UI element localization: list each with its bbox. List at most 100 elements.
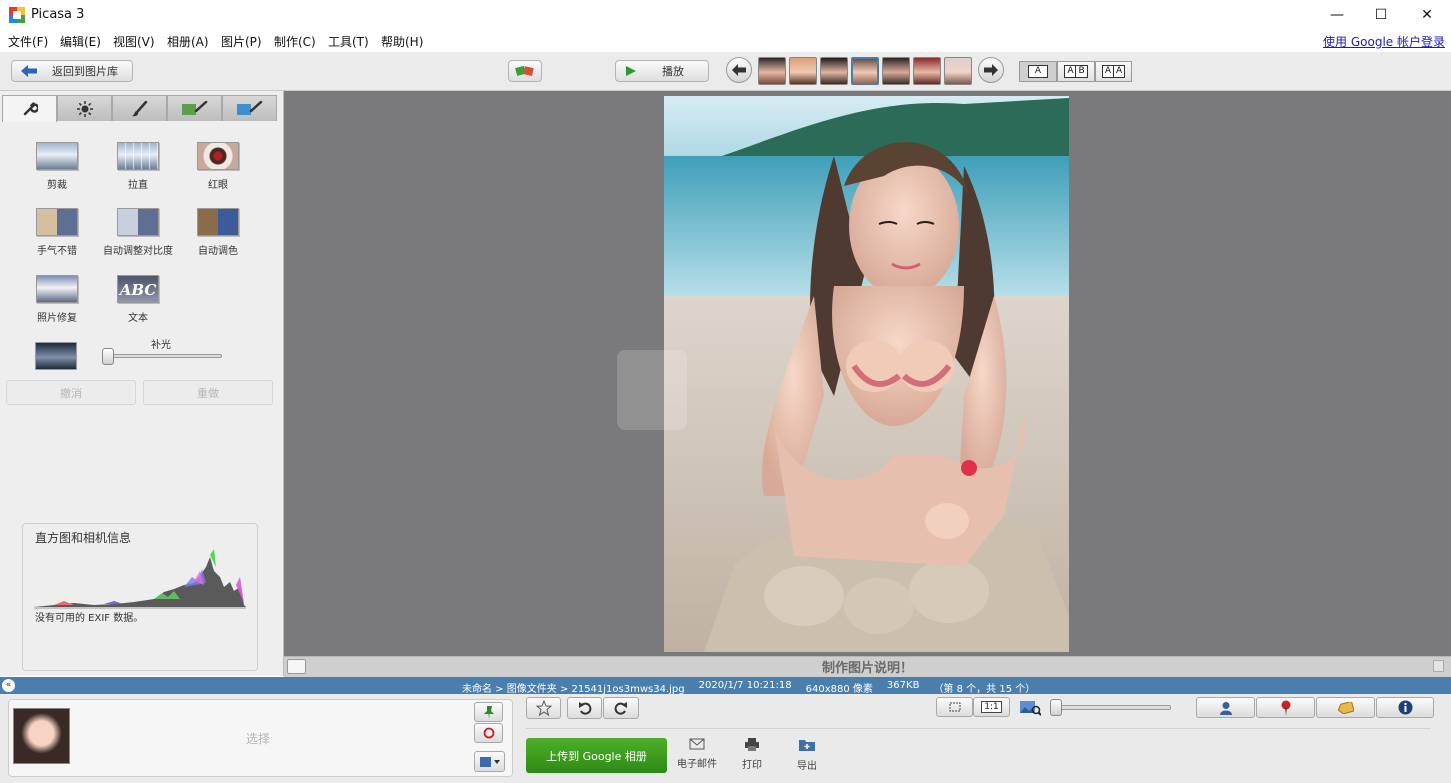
- fit-window-icon: [949, 702, 960, 712]
- places-button[interactable]: [1256, 697, 1315, 718]
- tab-effects-blue[interactable]: [222, 95, 277, 121]
- fill-light-slider-thumb[interactable]: [102, 348, 114, 365]
- rotate-left-icon: [578, 702, 591, 715]
- straighten-label: 拉直: [128, 180, 148, 191]
- auto-contrast-tool[interactable]: 自动调整对比度: [100, 208, 176, 257]
- fill-light-slider-track[interactable]: [104, 354, 222, 358]
- tab-effects[interactable]: [112, 95, 167, 121]
- menu-tools[interactable]: 工具(T): [328, 33, 369, 50]
- brush-green-icon: [181, 100, 207, 115]
- filmstrip-thumb[interactable]: [758, 57, 786, 85]
- menu-create[interactable]: 制作(C): [274, 33, 316, 50]
- star-button[interactable]: [526, 697, 561, 719]
- menu-album[interactable]: 相册(A): [167, 33, 209, 50]
- status-position: （第 8 个，共 15 个）: [933, 684, 1036, 695]
- people-button[interactable]: [1196, 697, 1255, 718]
- back-to-library-label: 返回到图片库: [52, 65, 118, 78]
- tab-effects-green[interactable]: [167, 95, 222, 121]
- auto-color-label: 自动调色: [198, 246, 238, 257]
- collapse-panel-icon[interactable]: «: [2, 679, 15, 692]
- menu-view[interactable]: 视图(V): [113, 33, 155, 50]
- tag-icon: [1337, 701, 1354, 714]
- redeye-tool[interactable]: 红眼: [180, 142, 256, 191]
- zoom-slider-track[interactable]: [1051, 705, 1171, 710]
- retouch-tool[interactable]: 照片修复: [19, 275, 95, 324]
- exif-message: 没有可用的 EXIF 数据。: [35, 613, 144, 624]
- brush-icon: [131, 100, 147, 116]
- rotate-right-button[interactable]: [603, 697, 639, 719]
- filmstrip-thumb[interactable]: [789, 57, 817, 85]
- feeling-lucky-label: 手气不错: [37, 246, 77, 257]
- straighten-tool[interactable]: 拉直: [100, 142, 176, 191]
- menu-edit[interactable]: 编辑(E): [60, 33, 101, 50]
- zoom-picture-icon: [1020, 701, 1041, 716]
- crop-tool[interactable]: 剪裁: [19, 142, 95, 191]
- next-arrow-icon: [984, 64, 998, 76]
- caption-input[interactable]: 制作图片说明！: [284, 657, 1451, 676]
- actual-size-button[interactable]: 1:1: [973, 697, 1010, 717]
- text-tool[interactable]: ABC 文本: [100, 275, 176, 324]
- print-icon: [745, 738, 759, 751]
- login-link[interactable]: 使用 Google 帐户登录: [1323, 33, 1445, 50]
- wrench-icon: [23, 102, 38, 116]
- minimize-button[interactable]: —: [1314, 0, 1360, 30]
- filmstrip-thumb[interactable]: [882, 57, 910, 85]
- map-pin-icon: [1281, 700, 1290, 716]
- menu-picture[interactable]: 图片(P): [221, 33, 262, 50]
- tab-basic-fixes[interactable]: [2, 95, 57, 122]
- filmstrip-thumb[interactable]: [820, 57, 848, 85]
- undo-button[interactable]: 撤消: [6, 380, 136, 405]
- maximize-button[interactable]: ☐: [1358, 0, 1404, 30]
- auto-color-tool[interactable]: 自动调色: [180, 208, 256, 257]
- star-icon: [535, 700, 552, 716]
- layout-before-after-button[interactable]: A A: [1095, 61, 1132, 82]
- tab-tuning[interactable]: [57, 95, 112, 121]
- redo-button[interactable]: 重做: [143, 380, 273, 405]
- sun-icon: [76, 100, 93, 117]
- actual-size-label: 1:1: [981, 701, 1002, 713]
- layout-single-button[interactable]: A: [1019, 61, 1057, 82]
- close-button[interactable]: ✕: [1404, 0, 1450, 30]
- back-to-library-button[interactable]: 返回到图片库: [11, 60, 133, 82]
- menu-file[interactable]: 文件(F): [8, 33, 48, 50]
- add-to-album-button[interactable]: [474, 751, 505, 772]
- status-path: 未命名 > 图像文件夹 > 21541j1os3mws34.jpg: [462, 684, 685, 695]
- info-icon: [1398, 700, 1412, 715]
- person-icon: [1219, 701, 1232, 715]
- status-date: 2020/1/7 10:21:18: [698, 680, 792, 691]
- clear-tray-button[interactable]: [474, 723, 503, 743]
- crop-icon: [36, 142, 78, 170]
- collage-button[interactable]: [508, 60, 542, 82]
- trash-icon[interactable]: [1433, 660, 1444, 672]
- filmstrip-thumb-selected[interactable]: [851, 57, 879, 85]
- layout-compare-button[interactable]: A B: [1057, 61, 1095, 82]
- print-action[interactable]: 打印: [727, 738, 777, 771]
- hold-pin-button[interactable]: [474, 702, 503, 722]
- previous-photo-button[interactable]: [726, 57, 752, 83]
- pin-icon: [483, 706, 494, 719]
- upload-google-photos-button[interactable]: 上传到 Google 相册: [526, 738, 667, 773]
- play-slideshow-button[interactable]: 播放: [615, 60, 709, 82]
- menu-help[interactable]: 帮助(H): [381, 33, 423, 50]
- main-photo[interactable]: [664, 96, 1069, 652]
- export-action[interactable]: 导出: [782, 738, 832, 772]
- filmstrip-thumb[interactable]: [913, 57, 941, 85]
- back-arrow-icon: [21, 65, 37, 77]
- tags-button[interactable]: [1316, 697, 1375, 718]
- next-photo-button[interactable]: [978, 57, 1004, 83]
- zoom-slider-thumb[interactable]: [1050, 699, 1062, 716]
- histogram-chart: [34, 549, 246, 609]
- email-action[interactable]: 电子邮件: [672, 738, 722, 770]
- fit-to-window-button[interactable]: [936, 697, 973, 717]
- text-abc-icon: ABC: [117, 275, 159, 303]
- redeye-label: 红眼: [208, 180, 228, 191]
- tray-thumbnail[interactable]: [13, 708, 70, 764]
- filmstrip-thumb[interactable]: [944, 57, 972, 85]
- properties-button[interactable]: [1376, 697, 1434, 718]
- straighten-icon: [117, 142, 159, 170]
- rotate-left-button[interactable]: [567, 697, 602, 719]
- auto-contrast-icon: [117, 208, 159, 236]
- prev-arrow-icon: [732, 64, 746, 76]
- feeling-lucky-tool[interactable]: 手气不错: [19, 208, 95, 257]
- layout-compare-b: B: [1075, 65, 1088, 78]
